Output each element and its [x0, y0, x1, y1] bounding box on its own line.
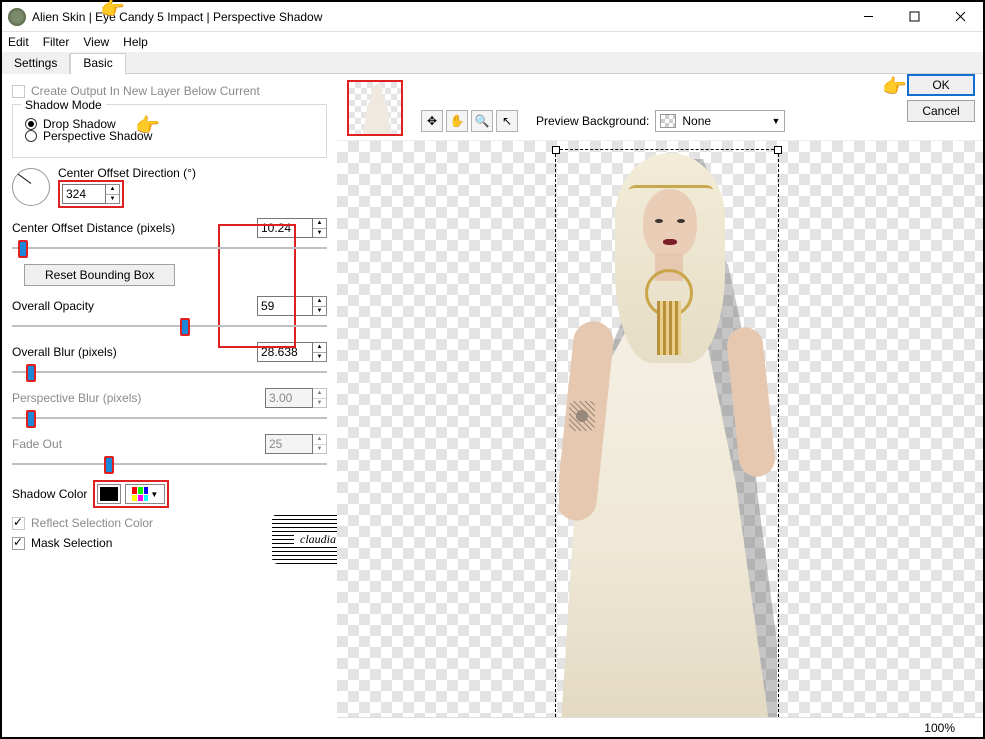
- center-offset-direction-label: Center Offset Direction (°): [58, 166, 196, 180]
- perspective-shadow-label: Perspective Shadow: [43, 129, 152, 143]
- selection-bounding-box[interactable]: [555, 149, 779, 717]
- preset-thumbnail[interactable]: [347, 80, 403, 136]
- menu-edit[interactable]: Edit: [8, 35, 29, 49]
- perspective-blur-spinner: ▲▼: [313, 388, 327, 408]
- chevron-down-icon: ▼: [150, 490, 158, 499]
- reflect-selection-color-label: Reflect Selection Color: [31, 516, 153, 530]
- preview-canvas[interactable]: [337, 140, 983, 717]
- preview-background-select[interactable]: None ▼: [655, 110, 785, 132]
- fade-out-spinner: ▲▼: [313, 434, 327, 454]
- preview-toolbar: ✥ ✋ 🔍 ↖: [421, 110, 518, 132]
- reset-bounding-box-button[interactable]: Reset Bounding Box: [24, 264, 175, 286]
- menu-filter[interactable]: Filter: [43, 35, 70, 49]
- maximize-button[interactable]: [891, 3, 937, 31]
- fade-out-label: Fade Out: [12, 437, 62, 451]
- center-offset-distance-slider[interactable]: [12, 238, 327, 256]
- pointer-tool-button[interactable]: ↖: [496, 110, 518, 132]
- center-offset-direction-input[interactable]: [62, 184, 106, 204]
- preset-thumbnails: [347, 80, 403, 136]
- blur-spinner[interactable]: ▲▼: [313, 342, 327, 362]
- overall-opacity-label: Overall Opacity: [12, 299, 94, 313]
- watermark-text: claudia: [294, 532, 342, 547]
- cancel-button[interactable]: Cancel: [907, 100, 975, 122]
- fade-out-input: [265, 434, 313, 454]
- shadow-color-label: Shadow Color: [12, 487, 87, 501]
- create-output-label: Create Output In New Layer Below Current: [31, 84, 260, 98]
- app-window: Alien Skin | Eye Candy 5 Impact | Perspe…: [0, 0, 985, 739]
- preview-background-label: Preview Background:: [536, 114, 649, 128]
- reflect-selection-color-checkbox: [12, 517, 25, 530]
- tab-settings[interactable]: Settings: [2, 54, 70, 74]
- shadow-color-swatch[interactable]: [97, 484, 121, 504]
- navigator-icon: ✥: [427, 114, 437, 128]
- mask-selection-label: Mask Selection: [31, 536, 112, 550]
- perspective-shadow-radio[interactable]: [25, 130, 37, 142]
- menu-help[interactable]: Help: [123, 35, 148, 49]
- menu-view[interactable]: View: [83, 35, 109, 49]
- shadow-color-palette-button[interactable]: ▼: [125, 484, 165, 504]
- resize-handle-tr[interactable]: [774, 146, 782, 154]
- main-area: Create Output In New Layer Below Current…: [2, 74, 983, 737]
- tab-strip: Settings Basic 👉: [2, 52, 983, 74]
- titlebar: Alien Skin | Eye Candy 5 Impact | Perspe…: [2, 2, 983, 32]
- opacity-spinner[interactable]: ▲▼: [313, 296, 327, 316]
- minimize-button[interactable]: [845, 3, 891, 31]
- direction-spinner[interactable]: ▲▼: [106, 184, 120, 204]
- create-output-checkbox[interactable]: [12, 85, 25, 98]
- perspective-blur-input: [265, 388, 313, 408]
- direction-dial[interactable]: [12, 168, 50, 206]
- preview-panel: ✥ ✋ 🔍 ↖ Preview Background: None ▼ OK Ca…: [337, 74, 983, 737]
- settings-panel: Create Output In New Layer Below Current…: [2, 74, 337, 737]
- mask-selection-checkbox[interactable]: [12, 537, 25, 550]
- zoom-tool-button[interactable]: 🔍: [471, 110, 493, 132]
- shadow-mode-title: Shadow Mode: [21, 98, 106, 112]
- pointer-icon: ↖: [502, 114, 512, 128]
- zoom-level: 100%: [924, 721, 955, 735]
- window-title: Alien Skin | Eye Candy 5 Impact | Perspe…: [32, 10, 845, 24]
- chevron-down-icon: ▼: [771, 116, 780, 126]
- preview-background-value: None: [682, 114, 711, 128]
- overall-blur-label: Overall Blur (pixels): [12, 345, 117, 359]
- shadow-mode-group: Shadow Mode Drop Shadow 👉 Perspective Sh…: [12, 104, 327, 158]
- fade-out-slider[interactable]: [12, 454, 327, 472]
- overall-opacity-slider[interactable]: [12, 316, 327, 334]
- tutorial-pointer-icon: 👉: [100, 0, 125, 21]
- menu-bar: Edit Filter View Help: [2, 32, 983, 52]
- overall-blur-slider[interactable]: [12, 362, 327, 380]
- center-offset-distance-label: Center Offset Distance (pixels): [12, 221, 175, 235]
- perspective-blur-slider[interactable]: [12, 408, 327, 426]
- resize-handle-tl[interactable]: [552, 146, 560, 154]
- distance-spinner[interactable]: ▲▼: [313, 218, 327, 238]
- hand-icon: ✋: [450, 114, 465, 128]
- tutorial-pointer-icon: 👉: [882, 74, 907, 99]
- navigator-tool-button[interactable]: ✥: [421, 110, 443, 132]
- close-button[interactable]: [937, 3, 983, 31]
- status-bar: 100%: [337, 717, 983, 737]
- ok-button[interactable]: OK: [907, 74, 975, 96]
- app-icon: [8, 8, 26, 26]
- palette-icon: [132, 487, 148, 501]
- tab-basic[interactable]: Basic: [70, 53, 125, 75]
- perspective-blur-label: Perspective Blur (pixels): [12, 391, 141, 405]
- transparency-icon: [660, 114, 676, 128]
- hand-tool-button[interactable]: ✋: [446, 110, 468, 132]
- zoom-icon: 🔍: [475, 114, 490, 128]
